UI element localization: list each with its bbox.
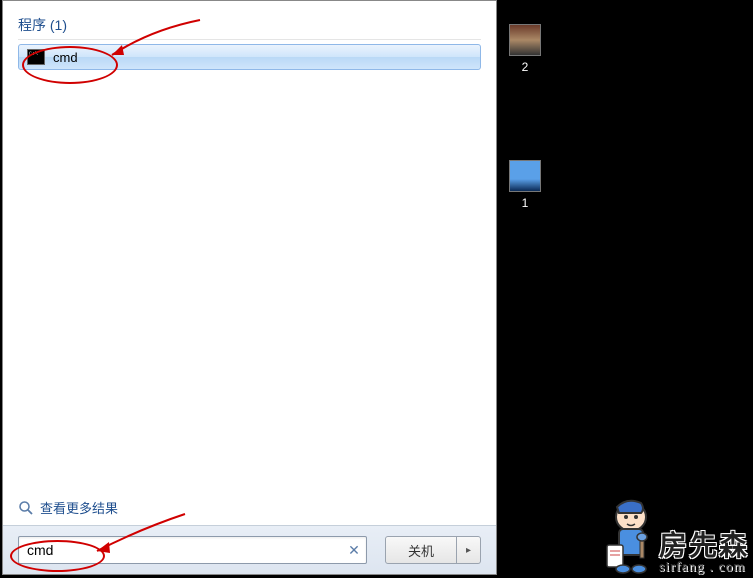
clear-search-icon[interactable]: ✕ [342,537,366,563]
result-label: cmd [53,50,78,65]
desktop-icon-1[interactable]: 2 [505,24,545,74]
shutdown-button[interactable]: 关机 [385,536,457,564]
shutdown-options-button[interactable]: ▸ [457,536,481,564]
desktop-icon-label: 1 [505,196,545,210]
watermark-title: 房先森 [659,533,749,561]
search-icon [18,500,34,516]
search-box[interactable]: ✕ [18,536,367,564]
search-input[interactable] [19,542,342,558]
more-results-row[interactable]: 查看更多结果 [3,488,496,525]
search-results-area: 程序 (1) cmd [3,1,496,488]
desktop-icon-label: 2 [505,60,545,74]
desktop-icon-2[interactable]: 1 [505,160,545,210]
watermark-text: 房先森 sirfang . com [659,533,749,575]
desktop-thumbnail-icon [509,160,541,192]
more-results-link: 查看更多结果 [40,498,118,517]
programs-section-header: 程序 (1) [18,11,481,40]
cmd-icon [27,49,45,65]
shutdown-button-group: 关机 ▸ [385,536,481,564]
watermark: 房先森 sirfang . com [597,495,749,575]
mascot-icon [597,495,657,575]
search-result-cmd[interactable]: cmd [18,44,481,70]
watermark-url: sirfang . com [659,561,749,575]
start-menu-bottom-bar: ✕ 关机 ▸ [3,525,496,574]
photo-thumbnail-icon [509,24,541,56]
start-menu-panel: 程序 (1) cmd 查看更多结果 ✕ 关机 ▸ [2,0,497,575]
